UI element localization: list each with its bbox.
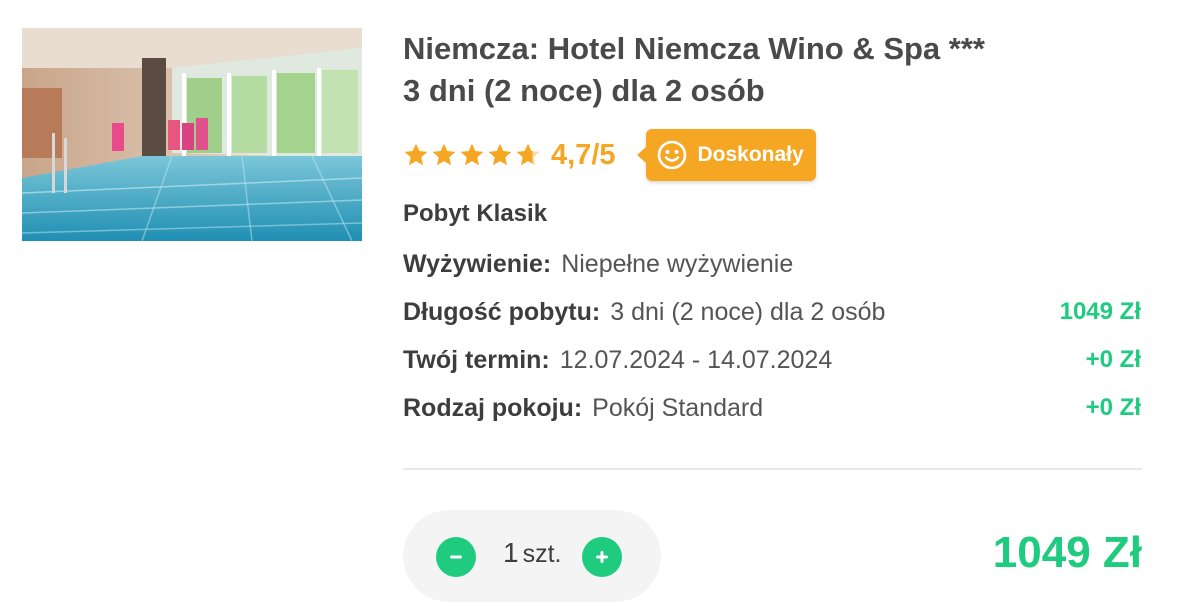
smiley-face-icon bbox=[657, 140, 686, 170]
star-icon bbox=[432, 143, 456, 166]
detail-value: 3 dni (2 noce) dla 2 osób bbox=[610, 297, 886, 326]
detail-row-room: Rodzaj pokoju: Pokój Standard +0 Zł bbox=[403, 391, 1141, 425]
star-icon bbox=[404, 143, 428, 166]
decrease-quantity-button[interactable] bbox=[436, 537, 476, 577]
minus-icon bbox=[450, 555, 462, 559]
total-price: 1049 Zł bbox=[992, 528, 1142, 577]
meals-value: Niepełne wyżywienie bbox=[561, 249, 794, 278]
plus-icon bbox=[596, 551, 608, 563]
star-rating bbox=[403, 142, 541, 168]
hotel-photo bbox=[22, 28, 362, 241]
detail-row-length: Długość pobytu: 3 dni (2 noce) dla 2 osó… bbox=[403, 295, 1141, 329]
detail-price: 1049 Zł bbox=[1059, 298, 1141, 325]
detail-row-date: Twój termin: 12.07.2024 - 14.07.2024 +0 … bbox=[403, 343, 1141, 377]
detail-price: +0 Zł bbox=[1085, 394, 1141, 421]
detail-value: Pokój Standard bbox=[592, 393, 764, 422]
indoor-pool-photo bbox=[22, 28, 362, 241]
quantity-unit: szt. bbox=[522, 540, 562, 568]
divider bbox=[403, 468, 1142, 470]
star-icon bbox=[488, 143, 512, 166]
quantity-display: 1 szt. bbox=[503, 537, 561, 577]
hotel-title-line2: 3 dni (2 noce) dla 2 osób bbox=[403, 73, 765, 108]
meals-row: Wyżywienie: Niepełne wyżywienie bbox=[403, 247, 1141, 281]
hotel-title-line1: Niemcza: Hotel Niemcza Wino & Spa *** bbox=[403, 31, 985, 66]
star-icon bbox=[516, 143, 540, 166]
quantity-value: 1 bbox=[503, 537, 519, 568]
rating-score: 4,7/5 bbox=[551, 138, 616, 171]
rating-badge-label: Doskonały bbox=[697, 143, 804, 166]
detail-label: Długość pobytu: bbox=[403, 297, 601, 326]
detail-value: 12.07.2024 - 14.07.2024 bbox=[559, 345, 833, 374]
hotel-title[interactable]: Niemcza: Hotel Niemcza Wino & Spa *** 3 … bbox=[403, 28, 1143, 112]
detail-label: Rodzaj pokoju: bbox=[403, 393, 583, 422]
increase-quantity-button[interactable] bbox=[582, 537, 622, 577]
detail-price: +0 Zł bbox=[1085, 346, 1141, 373]
detail-label: Twój termin: bbox=[403, 345, 550, 374]
rating-row: 4,7/5 Doskonały bbox=[403, 129, 816, 181]
quantity-stepper: 1 szt. bbox=[403, 510, 661, 602]
rating-badge: Doskonały bbox=[636, 129, 816, 181]
package-name: Pobyt Klasik bbox=[403, 200, 548, 227]
offer-details: Niemcza: Hotel Niemcza Wino & Spa *** 3 … bbox=[403, 28, 1143, 422]
meals-label: Wyżywienie: bbox=[403, 249, 552, 278]
star-icon bbox=[460, 143, 484, 166]
